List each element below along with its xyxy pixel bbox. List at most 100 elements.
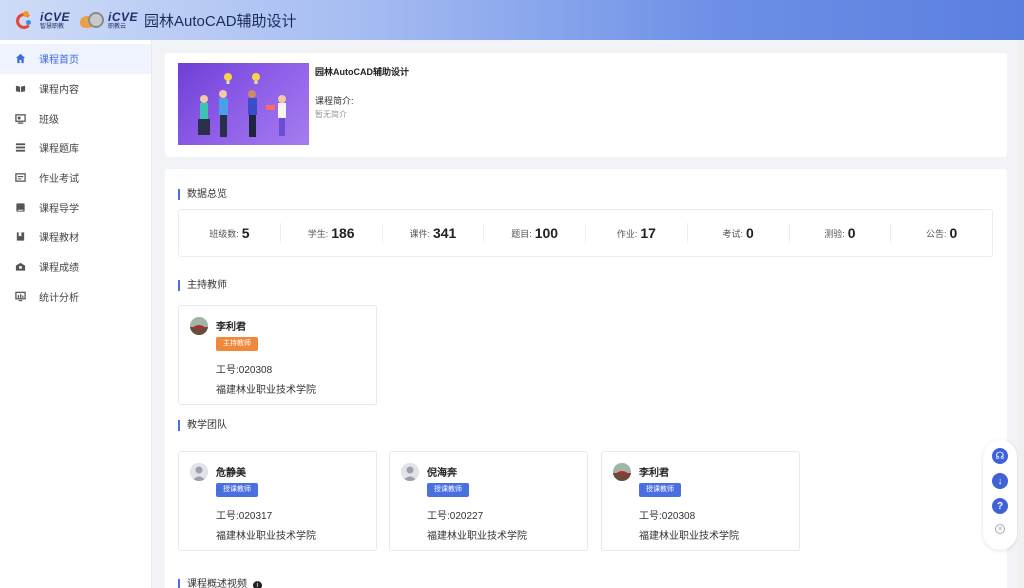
logo1-sub: 智慧职教 <box>40 23 65 30</box>
teacher-name: 危静美 <box>216 468 246 479</box>
team-member-card[interactable]: 倪海奔 授课教师 工号:020227 福建林业职业技术学院 <box>389 451 588 551</box>
logo-icve[interactable]: iCVE 智慧职教 iCVE 职教云 <box>14 0 138 40</box>
stat-students[interactable]: 学生: 186 <box>281 223 383 243</box>
sidebar-item-label: 课程成绩 <box>39 263 79 275</box>
default-avatar-icon <box>401 463 419 481</box>
host-teacher-card[interactable]: 李利君 主持教师 工号:020308 福建林业职业技术学院 <box>178 305 377 405</box>
logo2-main: iCVE <box>108 9 139 24</box>
download-icon[interactable]: ↓ <box>992 473 1008 489</box>
avatar <box>190 317 208 335</box>
sidebar-item-textbook[interactable]: 课程教材 <box>0 222 151 252</box>
stat-questions[interactable]: 题目: 100 <box>484 223 586 243</box>
stat-coursewares[interactable]: 课件: 341 <box>383 223 485 243</box>
app-header: iCVE 智慧职教 iCVE 职教云 园林AutoCAD辅助设计 <box>0 0 1024 40</box>
sidebar-item-course-guide[interactable]: 课程导学 <box>0 192 151 222</box>
stat-label: 公告: <box>925 228 947 239</box>
icve-logo-icon <box>14 9 36 31</box>
team-member-card[interactable]: 危静美 授课教师 工号:020317 福建林业职业技术学院 <box>178 451 377 551</box>
analytics-icon <box>14 290 26 302</box>
sidebar-item-class[interactable]: 班级 <box>0 103 151 133</box>
sidebar: 课程首页 课程内容 班级 课程题库 作业考试 课程导学 课程教材 课程成绩 统计… <box>0 40 152 588</box>
app-title: 园林AutoCAD辅助设计 <box>144 12 297 30</box>
class-icon <box>14 112 26 124</box>
stat-announcements[interactable]: 公告: 0 <box>891 223 992 243</box>
sidebar-item-label: 课程教材 <box>39 233 79 245</box>
stat-label: 班级数: <box>209 228 239 239</box>
sidebar-item-label: 统计分析 <box>39 292 79 304</box>
logo1-main: iCVE <box>40 9 71 24</box>
stat-value: 5 <box>241 225 250 241</box>
role-badge: 授课教师 <box>639 483 681 497</box>
teacher-school: 福建林业职业技术学院 <box>216 531 316 542</box>
sidebar-item-label: 课程导学 <box>39 203 79 215</box>
course-name: 园林AutoCAD辅助设计 <box>315 67 409 77</box>
teacher-job-id: 工号:020308 <box>639 511 696 522</box>
stat-quizzes[interactable]: 测验: 0 <box>790 223 892 243</box>
list-icon <box>14 142 26 154</box>
sidebar-item-label: 班级 <box>39 114 59 126</box>
sidebar-item-course-content[interactable]: 课程内容 <box>0 74 151 104</box>
stat-label: 测验: <box>824 228 845 239</box>
stat-value: 100 <box>534 225 559 241</box>
team-member-card[interactable]: 李利君 授课教师 工号:020308 福建林业职业技术学院 <box>601 451 800 551</box>
stat-label: 学生: <box>307 228 329 239</box>
role-badge: 主持教师 <box>216 337 258 351</box>
stat-value: 0 <box>847 225 856 241</box>
role-badge: 授课教师 <box>216 483 258 497</box>
stat-label: 作业: <box>616 228 638 239</box>
course-intro-label: 课程简介: <box>315 96 354 106</box>
stat-value: 0 <box>745 225 754 241</box>
stat-value: 0 <box>949 225 958 241</box>
textbook-icon <box>14 231 26 243</box>
video-section-label: 课程概述视频 <box>187 579 247 588</box>
stat-value: 17 <box>640 225 656 241</box>
teacher-job-id: 工号:020227 <box>427 511 484 522</box>
teacher-name: 倪海奔 <box>427 468 457 479</box>
sidebar-item-label: 课程内容 <box>39 85 79 97</box>
teacher-job-id: 工号:020308 <box>216 365 273 376</box>
team-title: 教学团队 <box>178 420 227 431</box>
course-intro-text: 暂无简介 <box>315 110 347 119</box>
logo2-sub: 职教云 <box>108 23 127 30</box>
floating-toolbar: ☊ ↓ ? ✕ <box>983 440 1017 550</box>
stat-label: 考试: <box>722 228 743 239</box>
sidebar-item-grades[interactable]: 课程成绩 <box>0 252 151 282</box>
teacher-school: 福建林业职业技术学院 <box>216 385 316 396</box>
sidebar-item-homework-exam[interactable]: 作业考试 <box>0 163 151 193</box>
teacher-school: 福建林业职业技术学院 <box>639 531 739 542</box>
stat-homework[interactable]: 作业: 17 <box>586 223 688 243</box>
close-icon[interactable]: ✕ <box>995 524 1005 534</box>
course-info-card: 园林AutoCAD辅助设计 课程简介: 暂无简介 <box>165 53 1007 157</box>
guide-icon <box>14 201 26 213</box>
host-teacher-title: 主持教师 <box>178 280 227 291</box>
sidebar-item-label: 课程首页 <box>39 55 79 67</box>
overview-stats: 班级数: 5 学生: 186 课件: 341 题目: 100 作业: 17 考试… <box>178 209 993 257</box>
course-detail-card: 数据总览 班级数: 5 学生: 186 课件: 341 题目: 100 作业: … <box>165 169 1007 588</box>
customer-service-icon[interactable]: ☊ <box>992 448 1008 464</box>
default-avatar-icon <box>190 463 208 481</box>
sidebar-item-label: 课程题库 <box>39 144 79 156</box>
sidebar-item-label: 作业考试 <box>39 174 79 186</box>
home-icon <box>14 53 26 65</box>
stat-classes[interactable]: 班级数: 5 <box>179 223 281 243</box>
sidebar-item-question-bank[interactable]: 课程题库 <box>0 133 151 163</box>
stat-value: 341 <box>432 225 457 241</box>
teacher-school: 福建林业职业技术学院 <box>427 531 527 542</box>
teacher-name: 李利君 <box>639 468 669 479</box>
help-icon[interactable]: ? <box>992 498 1008 514</box>
video-section-title: 课程概述视频 i <box>178 579 262 588</box>
stat-exams[interactable]: 考试: 0 <box>688 223 790 243</box>
sidebar-item-analytics[interactable]: 统计分析 <box>0 282 151 312</box>
main-content: 园林AutoCAD辅助设计 课程简介: 暂无简介 数据总览 班级数: 5 学生:… <box>152 40 1024 588</box>
book-open-icon <box>14 83 26 95</box>
stat-label: 课件: <box>409 228 430 239</box>
info-icon[interactable]: i <box>252 581 262 588</box>
teacher-name: 李利君 <box>216 322 246 333</box>
sidebar-item-course-home[interactable]: 课程首页 <box>0 44 151 74</box>
grade-icon <box>14 261 26 273</box>
overview-title: 数据总览 <box>178 189 227 200</box>
role-badge: 授课教师 <box>427 483 469 497</box>
teacher-job-id: 工号:020317 <box>216 511 273 522</box>
course-cover-image[interactable] <box>178 63 309 145</box>
page-scrollbar[interactable] <box>1018 40 1024 588</box>
